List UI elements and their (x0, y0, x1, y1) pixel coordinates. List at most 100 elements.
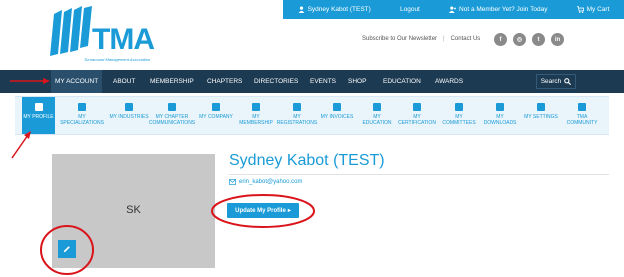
envelope-icon (229, 179, 236, 185)
search-button[interactable]: Search (536, 74, 576, 89)
nav-label: ABOUT (113, 78, 136, 85)
nav-label: EDUCATION (383, 78, 421, 85)
tab-my-specializations[interactable]: MY SPECIALIZATIONS (57, 97, 107, 134)
tab-label: MY EDUCATION (362, 114, 392, 126)
user-icon (298, 6, 304, 13)
logout-label: Logout (399, 6, 420, 13)
nav-label: SHOP (348, 78, 367, 85)
tab-label: MY INDUSTRIES (109, 114, 149, 120)
tab-my-education[interactable]: MY EDUCATION (358, 97, 396, 134)
utility-links: Subscribe to Our Newsletter | Contact Us (362, 36, 480, 42)
nav-membership[interactable]: MEMBERSHIP (150, 70, 194, 93)
tab-label: MY REGISTRATIONS (276, 114, 318, 126)
invoice-icon (333, 103, 341, 111)
search-label: Search (540, 78, 562, 85)
pencil-icon (63, 246, 70, 253)
nav-about[interactable]: ABOUT (113, 70, 135, 93)
download-icon (496, 103, 504, 111)
tab-my-profile[interactable]: MY PROFILE (22, 97, 55, 134)
tab-my-industries[interactable]: MY INDUSTRIES (109, 97, 149, 134)
contact-link[interactable]: Contact Us (451, 36, 481, 42)
separator: | (443, 36, 445, 42)
top-utility-bar: Sydney Kabot (TEST) Logout Not a Member … (283, 0, 624, 19)
tab-my-committees[interactable]: MY COMMITTEES (439, 97, 479, 134)
facebook-icon[interactable]: f (494, 33, 507, 46)
linkedin-icon[interactable]: in (551, 33, 564, 46)
tab-label: TMA COMMUNITY (566, 114, 598, 126)
logout-link[interactable]: Logout (400, 6, 420, 13)
nav-my-account[interactable]: MY ACCOUNT (51, 70, 103, 93)
social-links: f ◎ t in (494, 33, 564, 46)
account-subnav: MY PROFILE MY SPECIALIZATIONS MY INDUSTR… (15, 96, 609, 135)
instagram-icon[interactable]: ◎ (513, 33, 526, 46)
cart-link[interactable]: My Cart (576, 6, 610, 13)
nav-shop[interactable]: SHOP (348, 70, 366, 93)
cart-icon (576, 6, 584, 13)
nav-label: EVENTS (310, 78, 337, 85)
update-profile-button[interactable]: Update My Profile ▸ (227, 203, 299, 218)
logo-text: TMA (92, 23, 155, 56)
tab-my-settings[interactable]: MY SETTINGS (521, 97, 561, 134)
newsletter-link[interactable]: Subscribe to Our Newsletter (362, 36, 437, 42)
add-user-icon (449, 6, 457, 13)
cart-label: My Cart (586, 6, 610, 13)
nav-directories[interactable]: DIRECTORIES (254, 70, 298, 93)
nav-label: MY ACCOUNT (55, 78, 99, 85)
avatar-initials: SK (126, 204, 141, 216)
nav-awards[interactable]: AWARDS (435, 70, 463, 93)
user-icon (34, 103, 43, 111)
tab-label: MY DOWNLOADS (483, 114, 517, 126)
arrow-to-my-profile (11, 131, 31, 159)
nav-label: CHAPTERS (207, 78, 243, 85)
tab-my-invoices[interactable]: MY INVOICES (317, 97, 357, 134)
join-label: Not a Member Yet? Join Today (459, 6, 548, 13)
email-text: erin_kabot@yahoo.com (239, 179, 303, 185)
join-link[interactable]: Not a Member Yet? Join Today (449, 6, 547, 13)
profile-name: Sydney Kabot (TEST) (229, 152, 385, 169)
laptop-icon (373, 103, 381, 111)
tab-label: MY INVOICES (320, 114, 354, 120)
nav-label: DIRECTORIES (254, 78, 299, 85)
update-profile-label: Update My Profile (235, 207, 286, 214)
nav-label: MEMBERSHIP (150, 78, 194, 85)
nav-label: AWARDS (435, 78, 464, 85)
tab-my-membership[interactable]: MY MEMBERSHIP (236, 97, 276, 134)
nav-events[interactable]: EVENTS (310, 70, 336, 93)
tab-label: MY SETTINGS (524, 114, 558, 120)
tab-tma-community[interactable]: TMA COMMUNITY (562, 97, 602, 134)
list-icon (125, 103, 133, 111)
list-icon (78, 103, 86, 111)
twitter-icon[interactable]: t (532, 33, 545, 46)
wrench-icon (537, 103, 545, 111)
nav-chapters[interactable]: CHAPTERS (207, 70, 242, 93)
tab-label: MY CHAPTER COMMUNICATIONS (148, 114, 196, 126)
user-name-label: Sydney Kabot (TEST) (307, 6, 371, 13)
certificate-icon (413, 103, 421, 111)
profile-email: erin_kabot@yahoo.com (229, 179, 302, 185)
tab-label: MY COMMITTEES (442, 114, 476, 126)
tab-my-chapter-communications[interactable]: MY CHAPTER COMMUNICATIONS (146, 97, 198, 134)
tab-label: MY SPECIALIZATIONS (60, 114, 104, 126)
logo-tagline: Turnaround Management Association (84, 57, 151, 62)
user-link[interactable]: Sydney Kabot (TEST) (298, 6, 371, 13)
tab-my-company[interactable]: MY COMPANY (197, 97, 235, 134)
edit-photo-button[interactable] (58, 240, 76, 258)
logo-stripes-icon (50, 6, 92, 56)
calendar-icon (293, 103, 301, 111)
profile-photo: SK (52, 154, 215, 268)
nav-education[interactable]: EDUCATION (383, 70, 421, 93)
main-nav: MY ACCOUNT ABOUT MEMBERSHIP CHAPTERS DIR… (0, 70, 624, 93)
tab-label: MY MEMBERSHIP (239, 114, 273, 126)
search-icon (564, 78, 572, 85)
community-icon (578, 103, 586, 111)
tab-my-registrations[interactable]: MY REGISTRATIONS (277, 97, 317, 134)
tab-label: MY COMPANY (199, 114, 233, 120)
building-icon (212, 103, 220, 111)
tab-my-downloads[interactable]: MY DOWNLOADS (480, 97, 520, 134)
divider (229, 174, 609, 175)
tab-my-certification[interactable]: MY CERTIFICATION (396, 97, 438, 134)
tab-label: MY PROFILE (23, 114, 54, 120)
list-icon (168, 103, 176, 111)
tma-logo[interactable]: TMA Turnaround Management Association (48, 6, 168, 66)
tab-label: MY CERTIFICATION (398, 114, 436, 126)
